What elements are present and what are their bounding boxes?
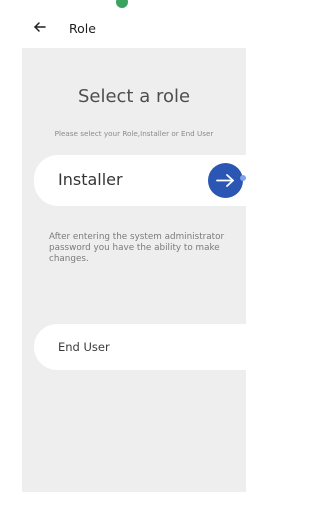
selection-indicator-dot bbox=[240, 175, 246, 181]
select-role-heading: Select a role bbox=[77, 86, 191, 107]
installer-role-card[interactable]: Installer bbox=[34, 155, 246, 206]
end-user-role-label: End User bbox=[58, 340, 110, 354]
installer-next-button[interactable] bbox=[208, 163, 243, 198]
select-role-subheading: Please select your Role,Installer or End… bbox=[54, 129, 214, 138]
installer-role-description: After entering the system administrator … bbox=[49, 232, 225, 264]
role-selection-screen: Select a role Please select your Role,In… bbox=[22, 48, 246, 492]
status-indicator-dot bbox=[116, 0, 128, 8]
page-title: Role bbox=[69, 21, 96, 36]
top-app-bar: Role bbox=[22, 14, 246, 48]
back-arrow-icon[interactable] bbox=[33, 19, 47, 35]
end-user-role-card[interactable]: End User bbox=[34, 324, 246, 370]
installer-role-label: Installer bbox=[58, 170, 123, 189]
arrow-right-icon bbox=[216, 174, 234, 187]
